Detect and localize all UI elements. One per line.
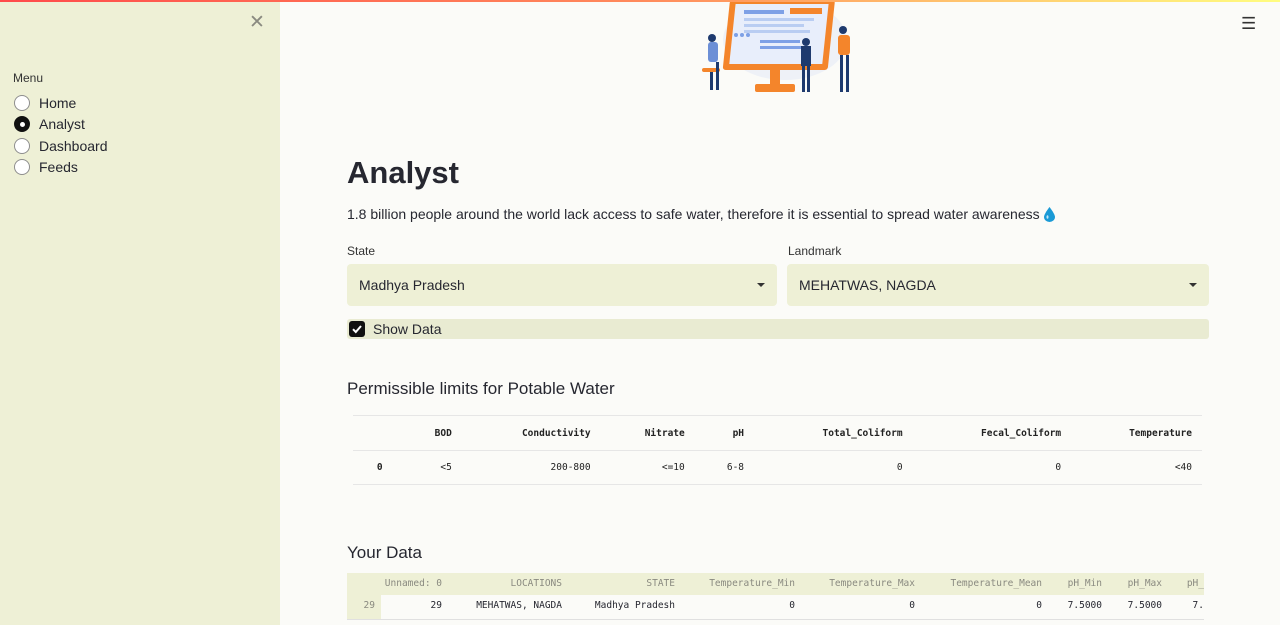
- table-header-row: BOD Conductivity Nitrate pH Total_Colifo…: [353, 415, 1202, 451]
- table-cell: 0: [754, 450, 913, 485]
- table-cell: 7.5000: [1067, 600, 1102, 611]
- show-data-checkbox[interactable]: Show Data: [347, 319, 1209, 339]
- column-header: Total_Coliform: [754, 415, 913, 451]
- column-header: pH_Min: [1067, 578, 1102, 589]
- state-label: State: [347, 244, 376, 258]
- subtitle: 1.8 billion people around the world lack…: [347, 206, 1055, 222]
- state-select-value: Madhya Pradesh: [359, 277, 465, 293]
- page-title: Analyst: [347, 155, 459, 190]
- show-data-label: Show Data: [373, 321, 442, 337]
- chevron-down-icon: [1189, 283, 1197, 287]
- table-cell: 200-800: [461, 450, 601, 485]
- column-header: LOCATIONS: [510, 578, 562, 589]
- column-header: Temperature: [1071, 415, 1202, 451]
- table-cell: 7.5000: [1127, 600, 1162, 611]
- limits-table: BOD Conductivity Nitrate pH Total_Colifo…: [353, 415, 1202, 485]
- menu-item-dashboard[interactable]: Dashboard: [14, 135, 108, 157]
- hero-illustration: [702, 0, 850, 92]
- close-icon[interactable]: ✕: [248, 12, 266, 34]
- column-header: Temperature_Max: [829, 578, 915, 589]
- limits-heading: Permissible limits for Potable Water: [347, 379, 615, 398]
- divider: [347, 619, 1204, 620]
- menu-item-feeds[interactable]: Feeds: [14, 157, 108, 179]
- menu-label: Menu: [13, 71, 44, 85]
- chevron-down-icon: [757, 283, 765, 287]
- column-header: Unnamed: 0: [384, 578, 442, 589]
- column-header: Temperature_Min: [709, 578, 795, 589]
- table-cell: <40: [1071, 450, 1202, 485]
- column-header: [353, 415, 393, 451]
- table-cell: Madhya Pradesh: [594, 600, 675, 611]
- table-cell: 6-8: [694, 450, 755, 485]
- column-header: Conductivity: [461, 415, 601, 451]
- your-data-heading: Your Data: [347, 543, 422, 562]
- table-cell: 0: [1036, 600, 1042, 611]
- table-cell: 7.: [1192, 600, 1204, 611]
- landmark-label: Landmark: [788, 244, 842, 258]
- checkbox-checked-icon[interactable]: [349, 321, 365, 337]
- column-header: Temperature_Mean: [950, 578, 1042, 589]
- table-cell: 0: [912, 450, 1072, 485]
- menu-item-label: Analyst: [39, 116, 85, 133]
- table-cell: 29: [430, 600, 442, 611]
- top-decoration-bar: [0, 0, 1280, 2]
- radio-button-selected[interactable]: [14, 116, 30, 133]
- landmark-select-value: MEHATWAS, NAGDA: [799, 277, 936, 293]
- table-cell: 0: [789, 600, 795, 611]
- menu-item-label: Home: [39, 94, 77, 111]
- menu-radio-group: Home Analyst Dashboard Feeds: [14, 92, 108, 178]
- landmark-select[interactable]: MEHATWAS, NAGDA: [787, 264, 1209, 306]
- menu-item-analyst[interactable]: Analyst: [14, 114, 108, 136]
- column-header: Nitrate: [600, 415, 695, 451]
- radio-button[interactable]: [14, 159, 30, 176]
- column-header: Fecal_Coliform: [912, 415, 1072, 451]
- sidebar: ✕ Menu Home Analyst Dashboard Feeds: [0, 0, 280, 625]
- radio-button[interactable]: [14, 137, 30, 154]
- table-cell: <=10: [600, 450, 695, 485]
- water-drop-icon: [1043, 206, 1055, 222]
- menu-item-home[interactable]: Home: [14, 92, 108, 114]
- row-index: 29: [363, 600, 375, 611]
- state-select[interactable]: Madhya Pradesh: [347, 264, 777, 306]
- hamburger-menu-icon[interactable]: ☰: [1241, 14, 1256, 34]
- table-row: 0 <5 200-800 <=10 6-8 0 0 <40: [353, 450, 1202, 485]
- radio-button[interactable]: [14, 94, 30, 111]
- column-header: STATE: [646, 578, 675, 589]
- row-index: 0: [353, 450, 393, 485]
- column-header: BOD: [392, 415, 462, 451]
- column-header: pH: [694, 415, 755, 451]
- subtitle-text: 1.8 billion people around the world lack…: [347, 206, 1040, 222]
- table-cell: MEHATWAS, NAGDA: [476, 600, 562, 611]
- menu-item-label: Dashboard: [39, 137, 108, 154]
- table-cell: 0: [909, 600, 915, 611]
- table-cell: <5: [392, 450, 462, 485]
- column-header: pH_: [1186, 578, 1204, 589]
- your-data-dataframe[interactable]: Unnamed: 0 LOCATIONS STATE Temperature_M…: [347, 573, 1204, 625]
- column-header: pH_Max: [1127, 578, 1162, 589]
- menu-item-label: Feeds: [39, 159, 78, 176]
